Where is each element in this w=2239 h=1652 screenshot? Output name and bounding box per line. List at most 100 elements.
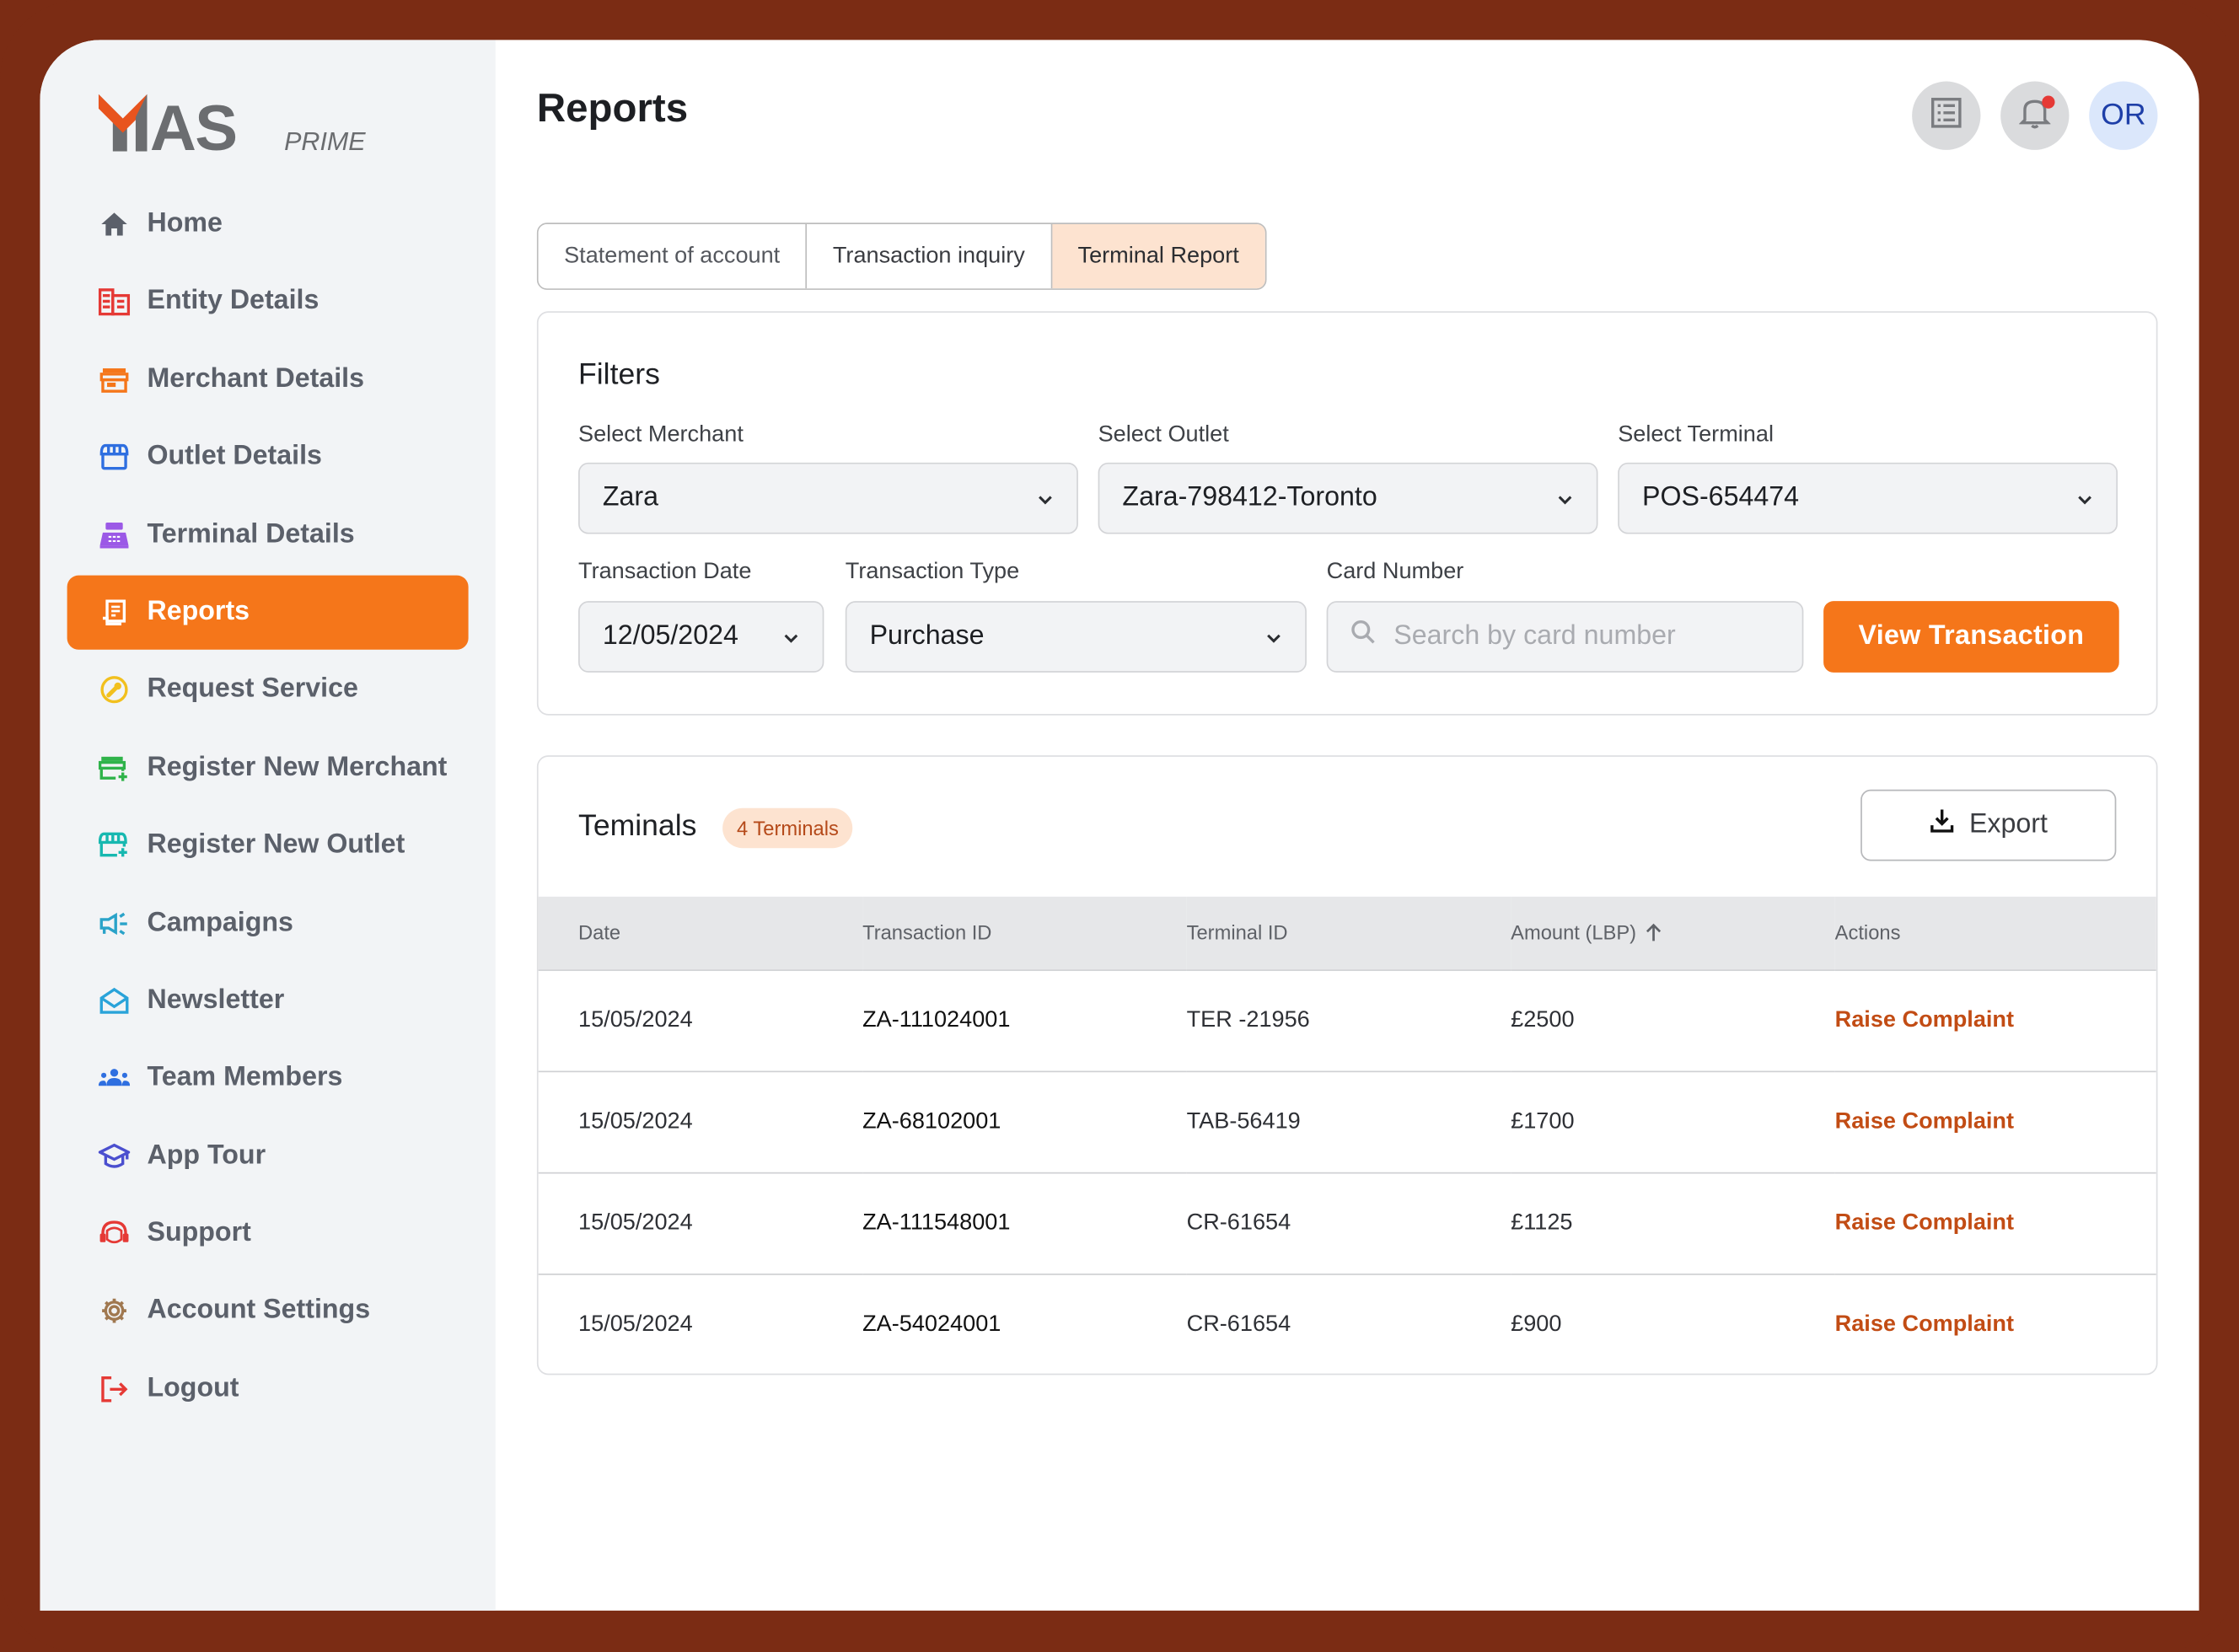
sidebar-item-label: Newsletter (147, 984, 285, 1016)
wrench-icon (99, 674, 130, 705)
sidebar-item-label: Reports (147, 597, 250, 627)
sidebar-item-app-tour[interactable]: App Tour (67, 1119, 469, 1193)
building-icon (98, 286, 131, 317)
terminal-select[interactable]: POS-654474 (1618, 462, 2118, 534)
download-icon (1930, 808, 1955, 843)
chevron-down-icon (1556, 488, 1573, 509)
column-header-date[interactable]: Date (539, 897, 863, 969)
app-window: AS PRIME Home Entity Details Merchant De… (40, 40, 2199, 1611)
raise-complaint-link[interactable]: Raise Complaint (1834, 1070, 2156, 1172)
cell-terminal-id: TER -21956 (1186, 968, 1511, 1071)
sidebar-item-label: Entity Details (147, 286, 319, 317)
cell-terminal-id: CR-61654 (1186, 1273, 1511, 1374)
cell-amount: £2500 (1511, 968, 1835, 1071)
tab-terminal-report[interactable]: Terminal Report (1052, 223, 1265, 289)
export-button[interactable]: Export (1860, 789, 2117, 861)
user-avatar[interactable]: OR (2089, 81, 2158, 150)
cell-amount: £1125 (1511, 1171, 1835, 1274)
type-label: Transaction Type (845, 560, 1020, 584)
cell-terminal-id: CR-61654 (1186, 1171, 1511, 1274)
sidebar-item-label: Register New Outlet (147, 829, 405, 860)
terminal-value: POS-654474 (1641, 482, 1800, 513)
filters-card: Filters Select Merchant Zara Select Outl… (536, 311, 2158, 716)
sidebar-item-entity-details[interactable]: Entity Details (67, 265, 469, 339)
table-header-row: Date Transaction ID Terminal ID Amount (… (538, 896, 2156, 970)
cell-amount: £1700 (1511, 1070, 1835, 1172)
sidebar: AS PRIME Home Entity Details Merchant De… (40, 40, 496, 1611)
logo: AS PRIME (98, 93, 366, 164)
tab-statement-of-account[interactable]: Statement of account (538, 223, 808, 289)
sidebar-item-label: Register New Merchant (147, 752, 448, 782)
column-header-transaction-id[interactable]: Transaction ID (862, 897, 1187, 969)
table-row: 15/05/2024 ZA-111548001 CR-61654 £1125 R… (538, 1171, 2156, 1274)
cell-terminal-id: TAB-56419 (1186, 1070, 1511, 1172)
svg-text:AS: AS (150, 94, 236, 152)
report-tabs: Statement of account Transaction inquiry… (536, 223, 1267, 290)
cell-transaction-id: ZA-111548001 (862, 1171, 1187, 1274)
chevron-down-icon (1037, 488, 1054, 509)
card-number-label: Card Number (1326, 560, 1464, 584)
card-number-placeholder: Search by card number (1393, 620, 1676, 652)
column-header-actions: Actions (1834, 921, 1901, 945)
sidebar-item-home[interactable]: Home (67, 187, 469, 261)
merchant-label: Select Merchant (578, 422, 744, 448)
storefront-icon (99, 442, 130, 473)
notifications-button[interactable] (2000, 81, 2070, 150)
raise-complaint-link[interactable]: Raise Complaint (1834, 1273, 2156, 1374)
column-header-amount[interactable]: Amount (LBP) (1511, 897, 1835, 969)
sidebar-item-merchant-details[interactable]: Merchant Details (67, 342, 469, 416)
chevron-down-icon (2076, 488, 2093, 509)
list-view-button[interactable] (1912, 81, 1981, 150)
sidebar-item-terminal-details[interactable]: Terminal Details (67, 497, 469, 571)
cell-date: 15/05/2024 (538, 1171, 863, 1274)
terminals-count-badge: 4 Terminals (722, 807, 853, 849)
cell-date: 15/05/2024 (538, 1070, 863, 1172)
raise-complaint-link[interactable]: Raise Complaint (1834, 1171, 2156, 1274)
tab-transaction-inquiry[interactable]: Transaction inquiry (807, 223, 1053, 289)
export-label: Export (1968, 809, 2048, 840)
sidebar-item-register-new-outlet[interactable]: Register New Outlet (67, 808, 469, 882)
outlet-value: Zara-798412-Toronto (1122, 482, 1377, 513)
sidebar-item-team-members[interactable]: Team Members (67, 1041, 469, 1115)
headset-icon (99, 1218, 130, 1249)
cell-amount: £900 (1511, 1273, 1835, 1374)
sidebar-item-outlet-details[interactable]: Outlet Details (67, 420, 469, 494)
home-icon (99, 208, 130, 239)
table-row: 15/05/2024 ZA-54024001 CR-61654 £900 Rai… (538, 1273, 2156, 1374)
sidebar-item-label: Logout (147, 1373, 239, 1403)
table-row: 15/05/2024 ZA-68102001 TAB-56419 £1700 R… (538, 1070, 2156, 1172)
sidebar-item-reports[interactable]: Reports (67, 575, 469, 650)
terminals-card: Teminals 4 Terminals Export Date Transac… (536, 755, 2158, 1376)
avatar-initials: OR (2101, 98, 2146, 131)
sidebar-item-request-service[interactable]: Request Service (67, 653, 469, 727)
terminals-title: Teminals (578, 809, 697, 843)
date-select[interactable]: 12/05/2024 (578, 601, 824, 673)
device-frame: AS PRIME Home Entity Details Merchant De… (0, 0, 2239, 1652)
cell-transaction-id: ZA-54024001 (862, 1273, 1187, 1374)
amount-header-label: Amount (LBP) (1511, 921, 1637, 945)
sidebar-item-label: App Tour (147, 1140, 266, 1171)
sidebar-item-campaigns[interactable]: Campaigns (67, 886, 469, 960)
card-number-input[interactable]: Search by card number (1326, 601, 1804, 673)
logo-subtitle: PRIME (284, 126, 366, 156)
sidebar-item-label: Campaigns (147, 907, 293, 938)
merchant-select[interactable]: Zara (578, 462, 1078, 534)
sidebar-item-logout[interactable]: Logout (67, 1352, 469, 1426)
column-header-terminal-id[interactable]: Terminal ID (1187, 897, 1511, 969)
team-icon (98, 1063, 131, 1094)
view-transaction-button[interactable]: View Transaction (1823, 601, 2119, 673)
type-select[interactable]: Purchase (845, 601, 1307, 673)
mail-open-icon (99, 985, 130, 1016)
graduation-cap-icon (98, 1140, 131, 1172)
cash-register-icon (99, 519, 130, 550)
sort-ascending-icon[interactable] (1645, 921, 1662, 944)
cell-transaction-id: ZA-68102001 (862, 1070, 1187, 1172)
receipt-icon (99, 597, 130, 628)
terminals-table: Date Transaction ID Terminal ID Amount (… (538, 896, 2156, 1374)
sidebar-item-support[interactable]: Support (67, 1197, 469, 1271)
sidebar-item-newsletter[interactable]: Newsletter (67, 963, 469, 1038)
outlet-select[interactable]: Zara-798412-Toronto (1098, 462, 1598, 534)
sidebar-item-register-new-merchant[interactable]: Register New Merchant (67, 731, 469, 805)
sidebar-item-account-settings[interactable]: Account Settings (67, 1274, 469, 1349)
raise-complaint-link[interactable]: Raise Complaint (1834, 968, 2156, 1071)
